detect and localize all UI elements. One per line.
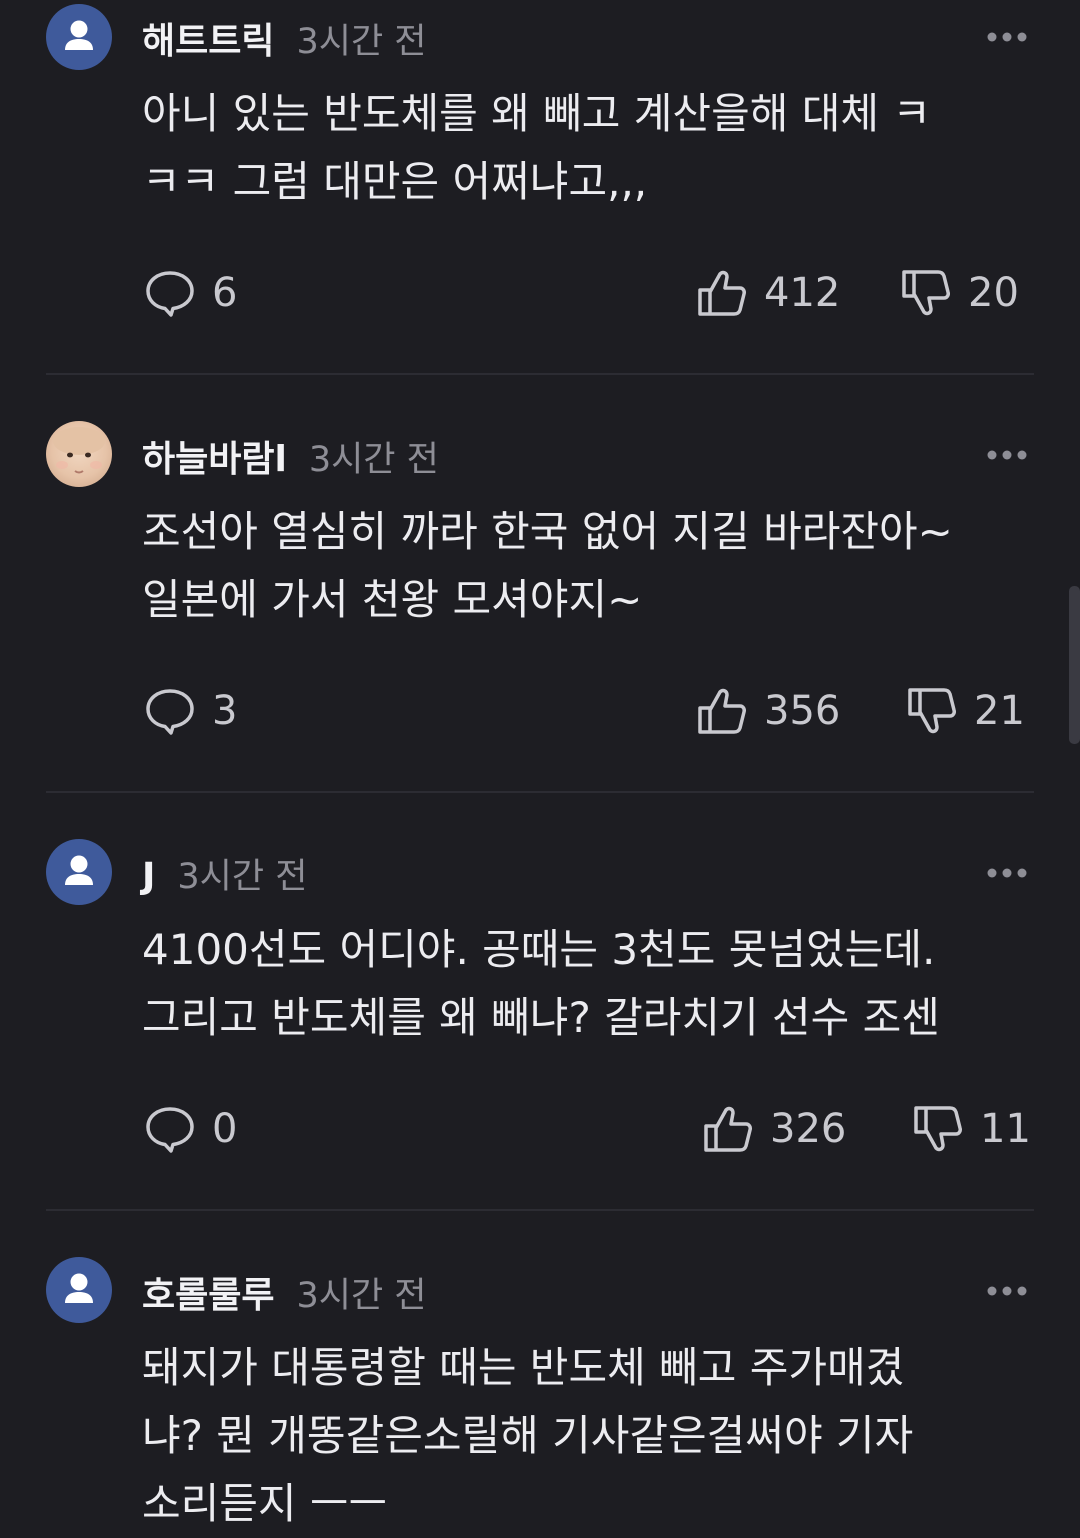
like-count: 326 (770, 1106, 847, 1152)
thumbs-down-icon (908, 688, 956, 734)
divider (46, 1209, 1034, 1211)
like-button[interactable]: 326 (702, 1104, 846, 1154)
dislike-button[interactable]: 20 (900, 268, 1019, 318)
reply-bubble-icon (146, 271, 194, 317)
thumbs-up-icon (698, 270, 746, 316)
divider (46, 791, 1034, 793)
thumbs-down-icon (902, 270, 950, 316)
scrollbar[interactable] (1069, 586, 1080, 744)
like-button[interactable]: 412 (696, 268, 840, 318)
reply-button[interactable]: 3 (144, 686, 237, 736)
username-label[interactable]: J (142, 856, 155, 897)
username-label[interactable]: 하늘바람l (142, 439, 287, 480)
divider (46, 373, 1034, 375)
comment-line: 조선아 열심히 까라 한국 없어 지길 바라잔아~ (142, 507, 953, 556)
comment-text: 아니 있는 반도체를 왜 빼고 계산을해 대체 ㅋ ㅋㅋ 그럼 대만은 어쩌냐고… (142, 80, 1042, 216)
more-options-icon[interactable] (986, 867, 1028, 879)
username[interactable]: J 3시간 전 (142, 848, 307, 899)
user-icon (65, 1273, 93, 1303)
comment-line: 소리듣지 ㅡㅡ (142, 1479, 388, 1528)
comment-line: 일본에 가서 천왕 모셔야지~ (142, 575, 643, 624)
username[interactable]: 하늘바람l 3시간 전 (142, 430, 439, 482)
more-options-icon[interactable] (986, 449, 1028, 461)
thumbs-down-icon (914, 1106, 962, 1152)
comment-text: 조선아 열심히 까라 한국 없어 지길 바라잔아~ 일본에 가서 천왕 모셔야지… (142, 498, 1042, 634)
baby-photo-avatar (53, 427, 105, 474)
comment-time: 3시간 전 (177, 857, 308, 897)
thumbs-up-icon (698, 688, 746, 734)
comment-line: ㅋㅋ 그럼 대만은 어쩌냐고,,, (142, 157, 648, 206)
comment-line: 아니 있는 반도체를 왜 빼고 계산을해 대체 ㅋ (142, 89, 931, 138)
reply-count: 3 (212, 688, 238, 734)
comment-time: 3시간 전 (308, 440, 439, 480)
dislike-count: 20 (968, 270, 1019, 316)
dislike-count: 21 (974, 688, 1025, 734)
dislike-button[interactable]: 11 (912, 1104, 1031, 1154)
reply-count: 0 (212, 1106, 238, 1152)
like-button[interactable]: 356 (696, 686, 840, 736)
comment-text: 4100선도 어디야. 공때는 3천도 못넘었는데. 그리고 반도체를 왜 빼냐… (142, 916, 1042, 1052)
comment-line: 냐? 뭔 개똥같은소릴해 기사같은걸써야 기자 (142, 1411, 914, 1460)
like-count: 412 (764, 270, 841, 316)
comment-line: 그리고 반도체를 왜 빼냐? 갈라치기 선수 조센 (142, 993, 940, 1042)
comment-line: 돼지가 대통령할 때는 반도체 빼고 주가매겼 (142, 1343, 905, 1392)
username-label[interactable]: 해트트릭 (142, 21, 274, 62)
reply-button[interactable]: 0 (144, 1104, 237, 1154)
reply-button[interactable]: 6 (144, 268, 237, 318)
avatar[interactable] (46, 839, 112, 905)
comment-time: 3시간 전 (296, 22, 427, 62)
username[interactable]: 해트트릭 3시간 전 (142, 12, 426, 64)
reply-count: 6 (212, 270, 238, 316)
user-icon (65, 20, 93, 50)
comment-time: 3시간 전 (296, 1276, 427, 1316)
more-options-icon[interactable] (986, 31, 1028, 43)
dislike-count: 11 (980, 1106, 1031, 1152)
username-label[interactable]: 호롤룰루 (142, 1275, 274, 1316)
comment-text: 돼지가 대통령할 때는 반도체 빼고 주가매겼 냐? 뭔 개똥같은소릴해 기사같… (142, 1334, 1042, 1538)
avatar[interactable] (46, 1257, 112, 1323)
reply-bubble-icon (146, 689, 194, 735)
avatar[interactable] (46, 421, 112, 487)
more-options-icon[interactable] (986, 1285, 1028, 1297)
reply-bubble-icon (146, 1107, 194, 1153)
like-count: 356 (764, 688, 841, 734)
thumbs-up-icon (704, 1106, 752, 1152)
user-icon (65, 855, 93, 885)
username[interactable]: 호롤룰루 3시간 전 (142, 1266, 426, 1318)
comment-line: 4100선도 어디야. 공때는 3천도 못넘었는데. (142, 925, 936, 974)
dislike-button[interactable]: 21 (906, 686, 1025, 736)
avatar[interactable] (46, 4, 112, 70)
